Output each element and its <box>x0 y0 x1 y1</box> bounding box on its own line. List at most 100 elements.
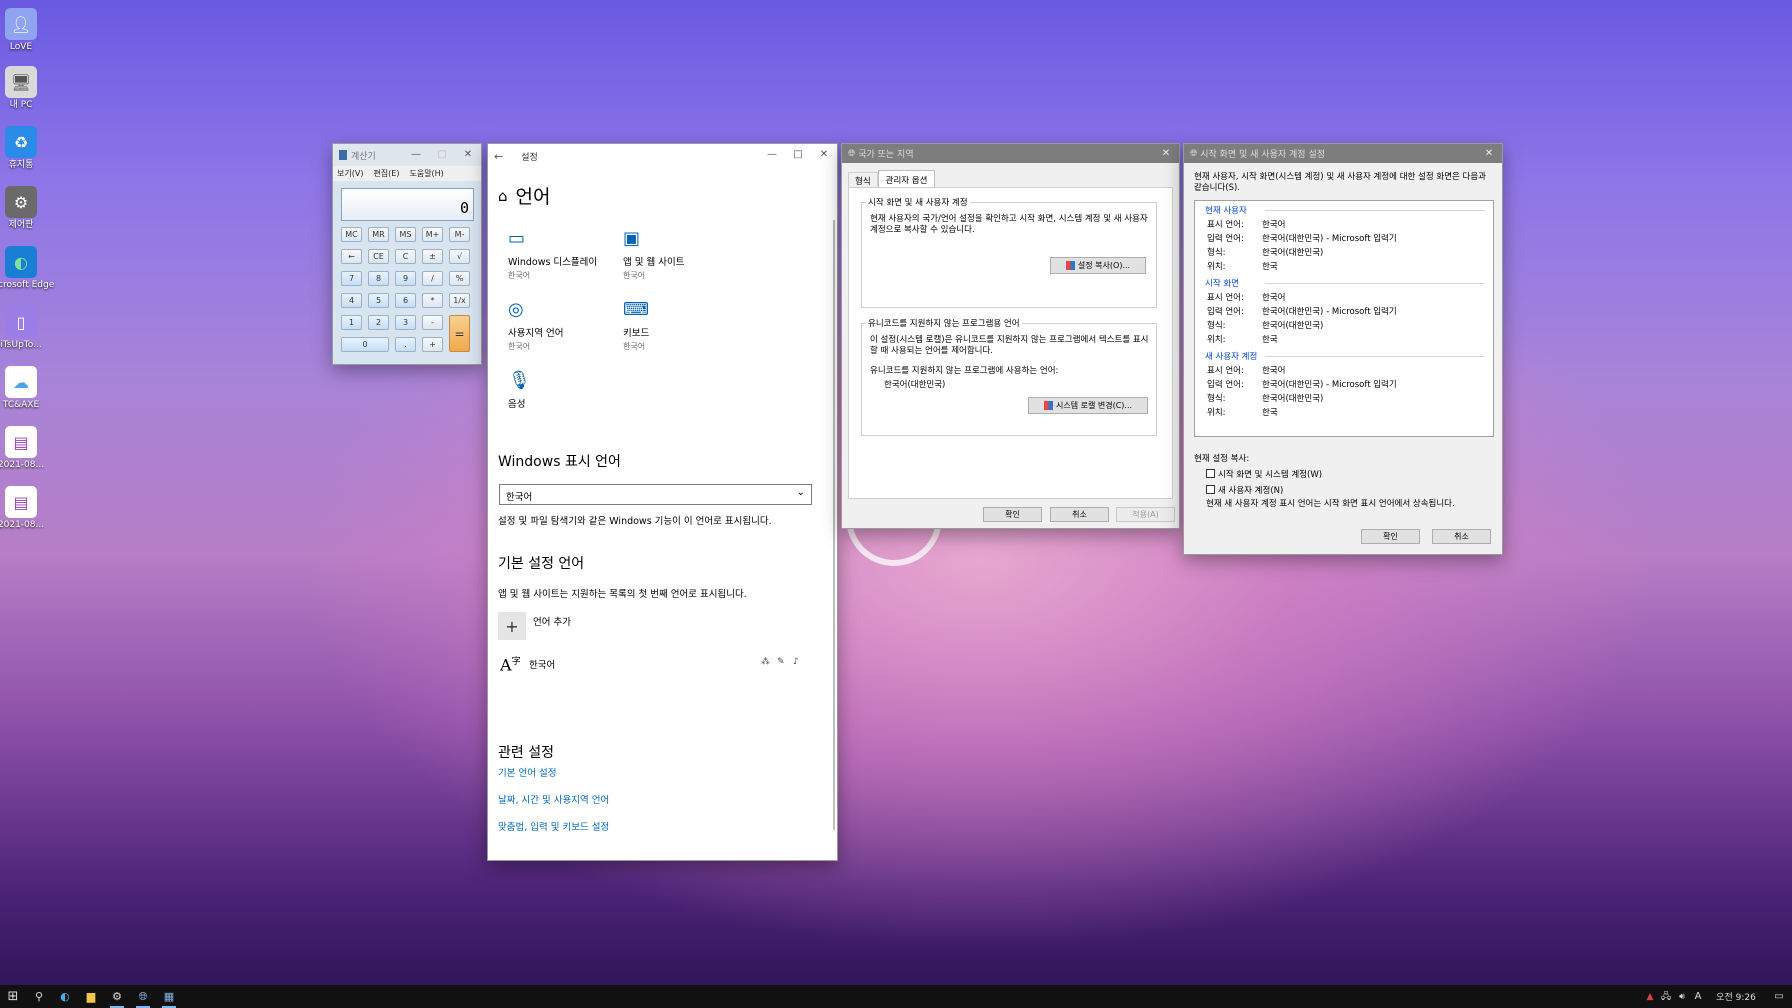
region-dialog-titlebar[interactable]: 🌐︎ 국가 또는 지역 ✕ <box>842 144 1179 163</box>
calc-key[interactable]: / <box>422 271 443 286</box>
change-system-locale-button[interactable]: 시스템 로캘 변경(C)... <box>1028 397 1148 414</box>
calc-key[interactable]: - <box>422 315 443 330</box>
desktop-icon[interactable]: ♻ 휴지통 <box>0 126 42 170</box>
clock[interactable]: 오전 9:26 <box>1706 985 1766 1008</box>
calculator-taskbar-icon[interactable]: ▦ <box>156 985 182 1008</box>
setting-value: 한국어 <box>1262 293 1286 303</box>
calc-key[interactable]: 6 <box>395 293 416 308</box>
calc-key[interactable]: 9 <box>395 271 416 286</box>
calc-key[interactable]: + <box>422 337 443 352</box>
menu-edit[interactable]: 편집(E) <box>373 168 399 179</box>
calc-key[interactable]: = <box>449 315 470 352</box>
setting-key: 입력 언어: <box>1207 234 1244 244</box>
copy-settings-heading: 현재 설정 복사: <box>1194 454 1250 464</box>
settings-tile[interactable]: 🎙︎ 음성 <box>508 370 608 412</box>
settings-tile[interactable]: ⌨ 키보드 한국어 <box>623 299 723 352</box>
link-default-language[interactable]: 기본 언어 설정 <box>498 765 556 779</box>
menu-help[interactable]: 도움말(H) <box>409 168 443 179</box>
calc-key[interactable]: . <box>395 337 416 352</box>
ime-indicator[interactable]: A <box>1690 985 1706 1008</box>
calc-key[interactable]: * <box>422 293 443 308</box>
cancel-button[interactable]: 취소 <box>1050 507 1109 522</box>
notification-chevron-icon[interactable]: ▲ <box>1642 985 1658 1008</box>
settings-summary-panel[interactable]: 현재 사용자 표시 언어: 한국어 입력 언어: 한국어(대한민국) - Microso… <box>1194 200 1494 437</box>
ok-button[interactable]: 확인 <box>983 507 1042 522</box>
edge-taskbar-icon[interactable]: ◐ <box>52 985 78 1008</box>
back-arrow-icon[interactable]: ← <box>494 150 503 163</box>
copy-welcome-checkbox[interactable]: 시작 화면 및 시스템 계정(W) <box>1206 469 1322 481</box>
menu-view[interactable]: 보기(V) <box>337 168 363 179</box>
settings-window[interactable]: ← 설정 — □ ✕ ⌂ 언어 ▭ Windows 디스플레이 한국어 ▣ 앱 및 웹 사이… <box>487 143 838 861</box>
volume-icon[interactable]: 🔊︎ <box>1674 985 1690 1008</box>
start-button[interactable]: ⊞ <box>0 985 26 1008</box>
close-button[interactable]: ✕ <box>1153 144 1179 163</box>
close-button[interactable]: ✕ <box>455 144 481 166</box>
search-icon[interactable]: ⚲ <box>26 985 52 1008</box>
calc-key[interactable]: 2 <box>368 315 389 330</box>
display-language-select[interactable]: 한국어 ⌄ <box>499 484 812 505</box>
checkbox[interactable] <box>1206 469 1215 478</box>
checkbox[interactable] <box>1206 485 1215 494</box>
desktop-icon[interactable]: ◐ Microsoft Edge <box>0 246 54 290</box>
calculator-window[interactable]: 계산기 — □ ✕ 보기(V) 편집(E) 도움말(H) 0 MC MR MS M+ M- ←… <box>332 143 482 365</box>
home-icon[interactable]: ⌂ <box>498 187 508 205</box>
calc-key[interactable]: 1 <box>341 315 362 330</box>
calc-key[interactable]: ← <box>341 249 362 264</box>
notifications-icon[interactable]: ▭ <box>1766 985 1792 1008</box>
settings-tile[interactable]: ▣ 앱 및 웹 사이트 한국어 <box>623 228 723 281</box>
calc-key[interactable]: MR <box>368 227 389 242</box>
close-button[interactable]: ✕ <box>811 144 837 166</box>
language-item-korean[interactable]: A字 한국어 ⁂ ✎ ♪ <box>498 654 818 684</box>
settings-gear-icon[interactable]: ⚙ <box>104 985 130 1008</box>
calc-key[interactable]: M- <box>449 227 470 242</box>
add-language-button[interactable]: + 언어 추가 <box>498 612 571 640</box>
calc-key[interactable]: M+ <box>422 227 443 242</box>
desktop-icon[interactable]: ☁ TC&AXE <box>0 366 42 410</box>
link-spelling-typing-keyboard[interactable]: 맞춤법, 입력 및 키보드 설정 <box>498 819 609 833</box>
settings-tile[interactable]: ▭ Windows 디스플레이 한국어 <box>508 228 608 281</box>
setting-row: 입력 언어: 한국어(대한민국) - Microsoft 입력기 <box>1207 305 1397 317</box>
calc-key[interactable]: 4 <box>341 293 362 308</box>
desktop-icon[interactable]: ⚙ 제어판 <box>0 186 42 230</box>
setting-value: 한국어(대한민국) <box>1262 394 1324 404</box>
region-dialog[interactable]: 🌐︎ 국가 또는 지역 ✕ 형식 관리자 옵션 시작 화면 및 새 사용자 계정… <box>841 143 1180 529</box>
desktop-icon[interactable]: 🖥︎ 내 PC <box>0 66 42 110</box>
calc-key[interactable]: 0 <box>341 337 389 352</box>
desktop-icon[interactable]: 👤︎ LoVE <box>0 8 42 52</box>
calc-key[interactable]: ± <box>422 249 443 264</box>
apply-button[interactable]: 적용(A) <box>1116 507 1175 522</box>
cancel-button[interactable]: 취소 <box>1432 529 1491 544</box>
desktop-icon[interactable]: ▤ 2021-08... <box>0 426 44 470</box>
calc-key[interactable]: MS <box>395 227 416 242</box>
region-taskbar-icon[interactable]: 🌐︎ <box>130 985 156 1008</box>
maximize-button[interactable]: □ <box>785 144 811 166</box>
calc-key[interactable]: 5 <box>368 293 389 308</box>
network-icon[interactable]: 🖧︎ <box>1658 985 1674 1008</box>
calc-key[interactable]: √ <box>449 249 470 264</box>
welcome-settings-dialog[interactable]: 🌐︎ 시작 화면 및 새 사용자 계정 설정 ✕ 현재 사용자, 시작 화면(시… <box>1183 143 1503 555</box>
desktop-icon[interactable]: ▤ 2021-08... <box>0 486 44 530</box>
copy-new-user-checkbox[interactable]: 새 사용자 계정(N) <box>1206 485 1283 497</box>
link-date-time-region[interactable]: 날짜, 시간 및 사용지역 언어 <box>498 792 609 806</box>
settings-titlebar[interactable]: ← 설정 — □ ✕ <box>488 144 837 168</box>
ok-button[interactable]: 확인 <box>1361 529 1420 544</box>
calculator-titlebar[interactable]: 계산기 — □ ✕ <box>333 144 481 166</box>
settings-tile[interactable]: ◎ 사용지역 언어 한국어 <box>508 299 608 352</box>
calc-key[interactable]: 7 <box>341 271 362 286</box>
minimize-button[interactable]: — <box>759 144 785 166</box>
calc-key[interactable]: 8 <box>368 271 389 286</box>
maximize-button[interactable]: □ <box>429 144 455 166</box>
copy-settings-button[interactable]: 설정 복사(O)... <box>1050 257 1146 274</box>
calc-key[interactable]: 3 <box>395 315 416 330</box>
minimize-button[interactable]: — <box>403 144 429 166</box>
calc-key[interactable]: C <box>395 249 416 264</box>
welcome-dialog-titlebar[interactable]: 🌐︎ 시작 화면 및 새 사용자 계정 설정 ✕ <box>1184 144 1502 163</box>
calc-key[interactable]: CE <box>368 249 389 264</box>
desktop-icon[interactable]: ▯ iTsUpTo... <box>0 306 42 350</box>
scrollbar[interactable] <box>833 220 835 830</box>
calc-key[interactable]: MC <box>341 227 362 242</box>
calc-key[interactable]: % <box>449 271 470 286</box>
calc-key[interactable]: 1/x <box>449 293 470 308</box>
close-button[interactable]: ✕ <box>1476 144 1502 163</box>
file-explorer-icon[interactable]: ▆ <box>78 985 104 1008</box>
